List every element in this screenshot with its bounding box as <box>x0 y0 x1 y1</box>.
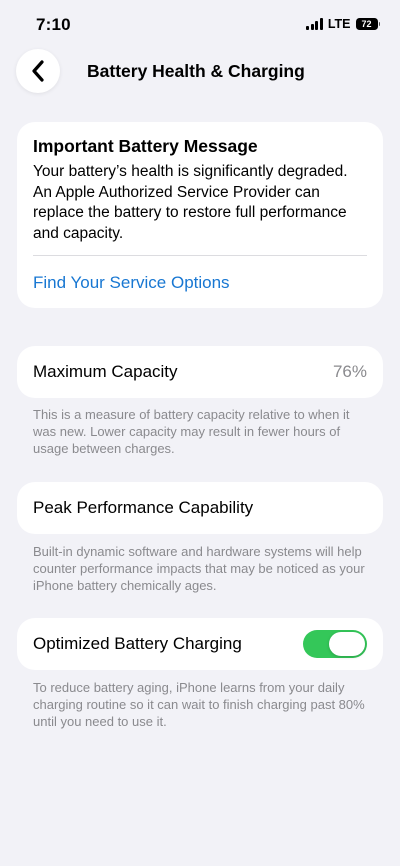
optimized-charging-footnote: To reduce battery aging, iPhone learns f… <box>33 680 365 729</box>
maximum-capacity-footnote: This is a measure of battery capacity re… <box>33 407 350 456</box>
status-time: 7:10 <box>36 15 71 34</box>
chevron-left-icon <box>32 60 44 82</box>
optimized-charging-row: Optimized Battery Charging <box>17 618 383 670</box>
toggle-knob[interactable] <box>329 632 365 656</box>
battery-icon: 72 <box>355 18 378 30</box>
optimized-charging-label: Optimized Battery Charging <box>33 634 242 653</box>
back-button[interactable] <box>16 49 60 93</box>
peak-performance-row: Peak Performance Capability <box>17 482 383 534</box>
peak-performance-label: Peak Performance Capability <box>33 498 254 517</box>
battery-level: 72 <box>361 18 372 29</box>
maximum-capacity-row: Maximum Capacity 76% <box>17 346 383 398</box>
status-bar: 7:10 LTE 72 <box>0 0 400 50</box>
status-indicators: LTE 72 <box>306 17 380 31</box>
divider <box>33 255 367 256</box>
message-title: Important Battery Message <box>33 136 258 156</box>
navigation-bar: Battery Health & Charging <box>0 46 400 98</box>
peak-performance-footnote: Built-in dynamic software and hardware s… <box>33 544 365 593</box>
message-body: Your battery’s health is significantly d… <box>33 163 348 242</box>
battery-tip <box>378 22 380 26</box>
optimized-charging-toggle[interactable] <box>303 630 367 658</box>
maximum-capacity-label: Maximum Capacity <box>33 362 178 381</box>
find-service-options-link[interactable]: Find Your Service Options <box>33 272 367 294</box>
battery-message-card: Important Battery Message Your battery’s… <box>17 122 383 308</box>
network-type: LTE <box>327 17 351 31</box>
cellular-signal-icon <box>306 18 323 30</box>
page-title: Battery Health & Charging <box>87 61 305 81</box>
maximum-capacity-value: 76% <box>332 362 367 381</box>
